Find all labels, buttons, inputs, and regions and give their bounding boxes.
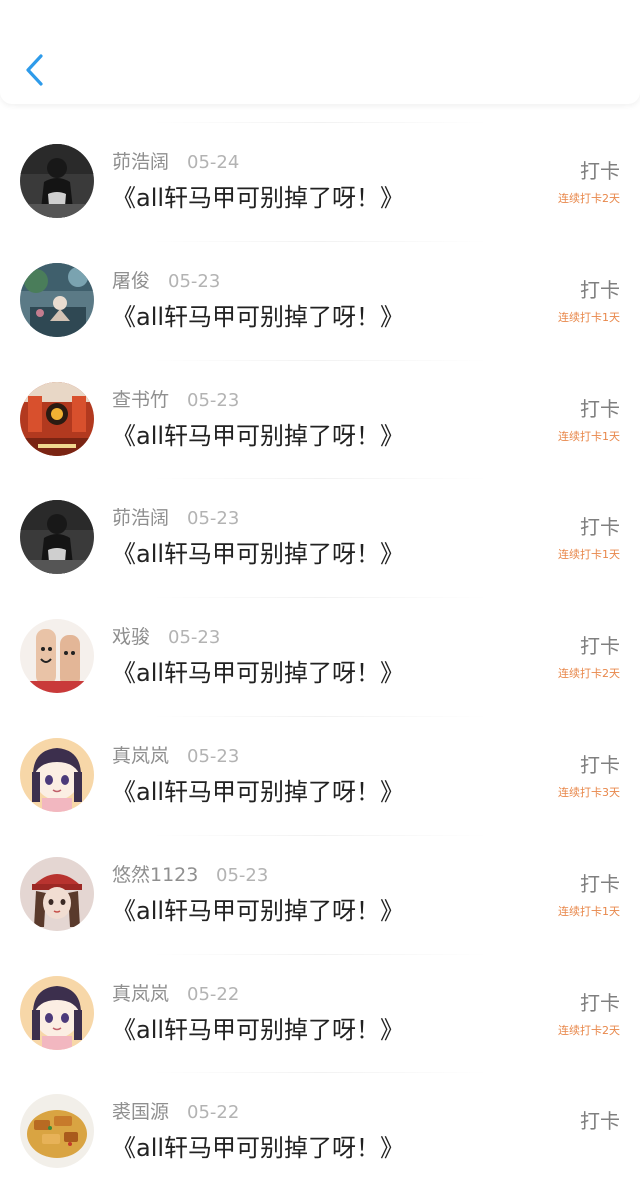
streak-text: 连续打卡1天 [558, 904, 620, 918]
list-item[interactable]: 真岚岚 05-23 《all轩马甲可别掉了呀！》 打卡连续打卡3天 [0, 715, 640, 835]
post-title[interactable]: 《all轩马甲可别掉了呀！》 [112, 1014, 404, 1046]
checkin-list: 茆浩阔 05-24 《all轩马甲可别掉了呀！》 打卡 连续打卡2天 屠俊 05-23 《al… [0, 122, 640, 1191]
post-date: 05-23 [187, 389, 240, 411]
list-item[interactable]: 茆浩阔 05-24 《all轩马甲可别掉了呀！》 打卡连续打卡2天 [0, 122, 640, 241]
avatar[interactable] [20, 500, 94, 575]
post-title[interactable]: 《all轩马甲可别掉了呀！》 [112, 182, 404, 214]
user-name[interactable]: 屠俊 [112, 269, 150, 293]
list-item[interactable]: 查书竹 05-23 《all轩马甲可别掉了呀！》 打卡连续打卡1天 [0, 359, 640, 479]
checkin-label: 打卡 [580, 871, 620, 896]
post-title[interactable]: 《all轩马甲可别掉了呀！》 [112, 895, 404, 927]
post-date: 05-24 [187, 152, 240, 173]
post-date: 05-23 [187, 745, 240, 767]
post-title[interactable]: 《all轩马甲可别掉了呀！》 [112, 538, 404, 570]
user-name[interactable]: 真岚岚 [112, 744, 169, 768]
streak-text: 连续打卡3天 [558, 785, 620, 799]
avatar[interactable] [20, 975, 94, 1050]
post-title[interactable]: 《all轩马甲可别掉了呀！》 [112, 657, 404, 689]
checkin-label: 打卡 [580, 752, 620, 777]
top-bar [0, 0, 640, 104]
avatar[interactable] [20, 262, 94, 337]
streak-text: 连续打卡1天 [558, 310, 620, 324]
user-name[interactable]: 查书竹 [112, 388, 169, 412]
user-name[interactable]: 茆浩阔 [112, 150, 169, 174]
back-button[interactable] [14, 48, 54, 92]
checkin-label: 打卡 [580, 515, 620, 540]
post-title[interactable]: 《all轩马甲可别掉了呀！》 [112, 1132, 404, 1164]
user-name[interactable]: 真岚岚 [112, 982, 169, 1006]
list-item[interactable]: 悠然1123 05-23 《all轩马甲可别掉了呀！》 打卡连续打卡1天 [0, 834, 640, 954]
avatar[interactable] [20, 1094, 94, 1169]
streak-text: 连续打卡1天 [558, 548, 620, 562]
post-date: 05-23 [187, 508, 240, 530]
post-title[interactable]: 《all轩马甲可别掉了呀！》 [112, 776, 404, 808]
avatar[interactable] [20, 856, 94, 931]
post-title[interactable]: 《all轩马甲可别掉了呀！》 [112, 420, 404, 452]
avatar[interactable] [20, 619, 94, 694]
list-item[interactable]: 真岚岚 05-22 《all轩马甲可别掉了呀！》 打卡连续打卡2天 [0, 953, 640, 1073]
streak-text: 连续打卡1天 [558, 429, 620, 443]
post-title[interactable]: 《all轩马甲可别掉了呀！》 [112, 301, 404, 333]
streak-text: 连续打卡2天 [558, 667, 620, 681]
avatar[interactable] [20, 381, 94, 456]
checkin-label: 打卡 [580, 159, 620, 183]
streak-text: 连续打卡2天 [558, 1023, 620, 1037]
list-item[interactable]: 茆浩阔 05-23 《all轩马甲可别掉了呀！》 打卡连续打卡1天 [0, 478, 640, 597]
streak-text: 连续打卡2天 [558, 192, 620, 205]
user-name[interactable]: 裘国源 [112, 1100, 169, 1124]
post-date: 05-22 [187, 1102, 240, 1124]
user-name[interactable]: 戏骏 [112, 625, 150, 649]
list-item[interactable]: 屠俊 05-23 《all轩马甲可别掉了呀！》 打卡连续打卡1天 [0, 240, 640, 360]
list-item[interactable]: 戏骏 05-23 《all轩马甲可别掉了呀！》 打卡连续打卡2天 [0, 597, 640, 716]
user-name[interactable]: 茆浩阔 [112, 506, 169, 530]
chevron-left-icon [26, 54, 43, 86]
checkin-label: 打卡 [580, 990, 620, 1015]
post-date: 05-23 [168, 270, 221, 292]
avatar[interactable] [20, 737, 94, 812]
post-date: 05-22 [187, 983, 240, 1005]
checkin-label: 打卡 [580, 1109, 620, 1134]
post-date: 05-23 [216, 864, 269, 886]
user-name[interactable]: 悠然1123 [112, 863, 198, 887]
avatar[interactable] [20, 144, 94, 218]
checkin-label: 打卡 [580, 277, 620, 302]
checkin-label: 打卡 [580, 396, 620, 421]
post-date: 05-23 [168, 627, 221, 649]
list-item[interactable]: 裘国源 05-22 《all轩马甲可别掉了呀！》 打卡 [0, 1072, 640, 1191]
checkin-label: 打卡 [580, 634, 620, 659]
